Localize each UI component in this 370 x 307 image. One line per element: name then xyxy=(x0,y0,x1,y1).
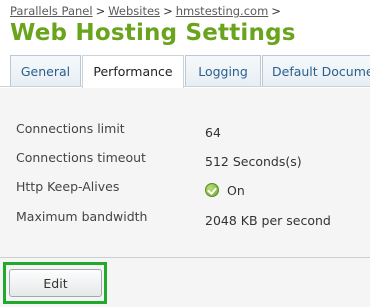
setting-label: Connections limit xyxy=(16,121,125,136)
setting-value: 2048 KB per second xyxy=(205,213,331,228)
panel-divider xyxy=(0,257,370,258)
setting-label: Maximum bandwidth xyxy=(16,209,148,224)
setting-label: Connections timeout xyxy=(16,150,146,165)
tab-logging[interactable]: Logging xyxy=(185,55,261,86)
tab-performance[interactable]: Performance xyxy=(82,55,184,88)
setting-value: On xyxy=(227,183,245,198)
breadcrumb-link-websites[interactable]: Websites xyxy=(108,4,160,18)
breadcrumb-separator: > xyxy=(163,4,173,18)
check-circle-icon xyxy=(205,183,219,197)
tab-bar: General Performance Logging Default Docu… xyxy=(0,55,370,88)
setting-label: Http Keep-Alives xyxy=(16,179,120,194)
breadcrumb: Parallels Panel > Websites > hmstesting.com > xyxy=(10,4,284,18)
setting-value: 64 xyxy=(205,125,221,140)
setting-value-with-icon: On xyxy=(205,183,245,198)
breadcrumb-separator: > xyxy=(271,4,281,18)
edit-button[interactable]: Edit xyxy=(9,269,102,297)
breadcrumb-link-parallels-panel[interactable]: Parallels Panel xyxy=(10,4,93,18)
tab-general[interactable]: General xyxy=(10,55,81,86)
setting-value: 512 Seconds(s) xyxy=(205,154,302,169)
web-hosting-settings-page: Parallels Panel > Websites > hmstesting.com >… xyxy=(0,0,370,307)
breadcrumb-separator: > xyxy=(95,4,106,18)
tab-default-document[interactable]: Default Document xyxy=(262,55,370,86)
breadcrumb-link-hmstesting[interactable]: hmstesting.com xyxy=(176,4,269,18)
page-title: Web Hosting Settings xyxy=(10,20,296,46)
performance-settings-panel: Connections limit 64 Connections timeout… xyxy=(0,88,370,307)
tab-bar-divider xyxy=(0,86,370,87)
